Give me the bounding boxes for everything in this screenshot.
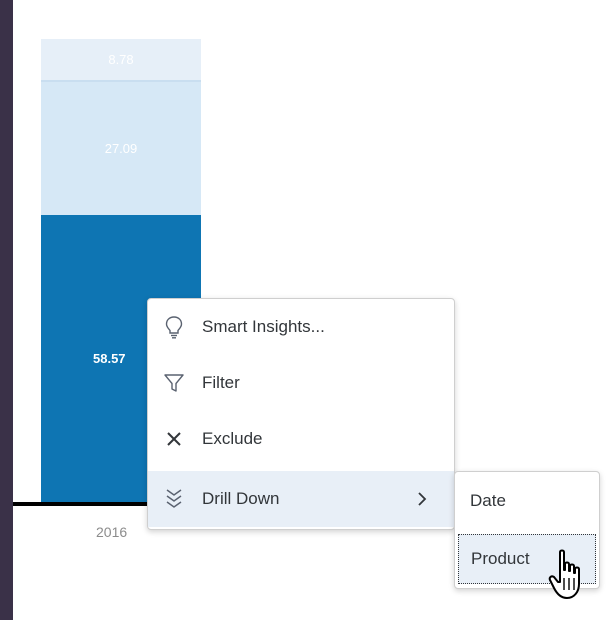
hand-pointer-cursor-icon: [548, 549, 580, 599]
menu-label: Filter: [202, 373, 240, 392]
bar-segment-middle[interactable]: 27.09: [41, 82, 201, 215]
filter-icon: [162, 371, 186, 395]
submenu-item-date[interactable]: Date: [455, 475, 599, 527]
x-tick-label: 2016: [96, 524, 128, 540]
context-menu: Smart Insights... Filter Exclude Drill D…: [147, 298, 455, 530]
menu-item-filter[interactable]: Filter: [148, 355, 454, 411]
bar-segment-top[interactable]: 8.78: [41, 39, 201, 83]
close-icon: [162, 427, 186, 451]
menu-label: Smart Insights...: [202, 317, 325, 336]
menu-item-smart-insights[interactable]: Smart Insights...: [148, 299, 454, 355]
menu-item-exclude[interactable]: Exclude: [148, 411, 454, 467]
menu-label: Drill Down: [202, 489, 280, 508]
left-sidebar-edge: [0, 0, 13, 620]
drill-down-icon: [162, 487, 186, 511]
chevron-right-icon: [412, 491, 432, 507]
menu-label: Exclude: [202, 429, 263, 448]
lightbulb-icon: [162, 315, 186, 339]
menu-item-drill-down[interactable]: Drill Down: [148, 471, 454, 527]
page: 8.78 27.09 58.57 2016 Smart Insights...: [0, 0, 614, 620]
data-label-bottom: 58.57: [93, 350, 126, 366]
data-label-middle: 27.09: [104, 141, 138, 157]
data-label-top: 8.78: [108, 52, 134, 68]
